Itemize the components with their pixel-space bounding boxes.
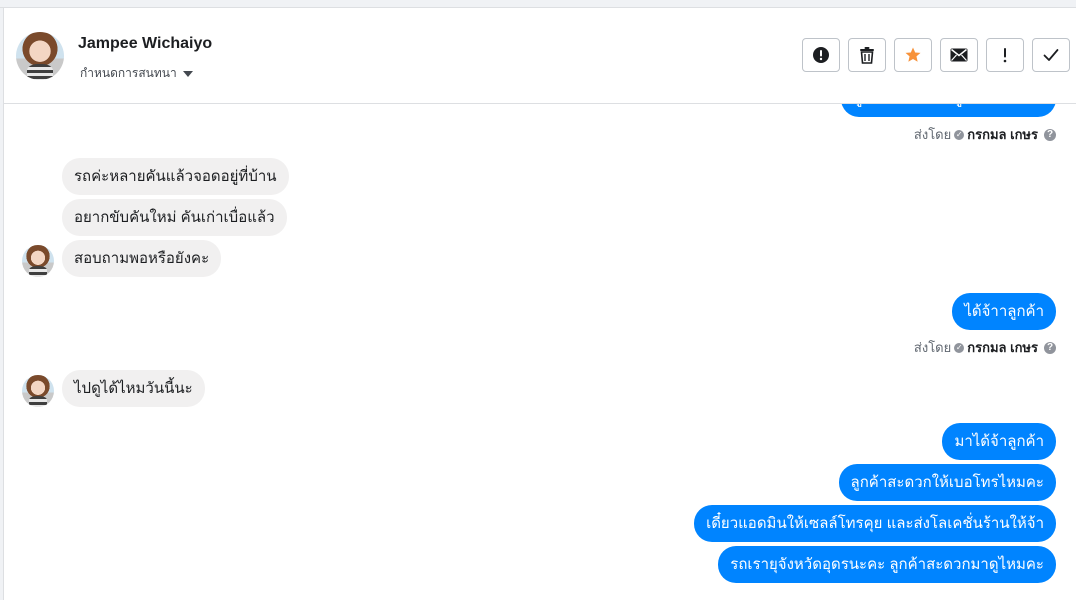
assign-conversation-dropdown[interactable]: กำหนดการสนทนา: [80, 64, 193, 83]
conversation-header: Jampee Wichaiyo กำหนดการสนทนา: [4, 8, 1076, 104]
agent-name[interactable]: กรกมล เกษร: [967, 124, 1038, 145]
outgoing-message[interactable]: ลูกค้าสะดวกมาดูรถวันไหนคะ: [841, 104, 1056, 117]
outgoing-message[interactable]: ลูกค้าสะดวกให้เบอโทรไหมคะ: [838, 464, 1056, 501]
star-icon: [905, 47, 921, 62]
done-button[interactable]: [1032, 38, 1070, 72]
incoming-message[interactable]: รถค่ะหลายคันแล้วจอดอยู่ที่บ้าน: [62, 158, 289, 195]
caret-down-icon[interactable]: [182, 70, 193, 77]
incoming-message[interactable]: สอบถามพอหรือยังคะ: [62, 240, 222, 277]
sent-by-label: ส่งโดย ✓ กรกมล เกษร ?: [914, 124, 1056, 145]
outgoing-message[interactable]: เดี๋ยวแอดมินให้เซลล์โทรคุย และส่งโลเคชั่…: [694, 505, 1056, 542]
alert-circle-icon: [813, 47, 829, 63]
sent-by-prefix: ส่งโดย: [913, 127, 952, 142]
help-icon[interactable]: ?: [1044, 341, 1056, 354]
outgoing-message[interactable]: รถเรายุจังหวัดอุดรนะคะ ลูกค้าสะดวกมาดูไห…: [718, 546, 1056, 583]
important-button[interactable]: [986, 38, 1024, 72]
sent-by-label: ส่งโดย ✓ กรกมล เกษร ?: [914, 337, 1056, 358]
message-thread[interactable]: ลูกค้าสะดวกมาดูรถวันไหนคะ ส่งโดย ✓ กรกมล…: [4, 104, 1076, 600]
outgoing-message[interactable]: ได้จ้าาลูกค้า: [952, 293, 1056, 330]
contact-avatar-small[interactable]: [22, 245, 54, 277]
incoming-message[interactable]: อยากขับคันใหม่ คันเก่าเบื่อแล้ว: [62, 199, 287, 236]
conversation-toolbar: [802, 38, 1070, 72]
sent-by-prefix: ส่งโดย: [913, 340, 952, 355]
star-button[interactable]: [894, 38, 932, 72]
verified-check-icon: ✓: [954, 342, 965, 353]
agent-name[interactable]: กรกมล เกษร: [967, 337, 1038, 358]
verified-check-icon: ✓: [954, 129, 965, 140]
mark-unread-button[interactable]: [940, 38, 978, 72]
outgoing-message[interactable]: มาได้จ้าลูกค้า: [942, 423, 1056, 460]
help-icon[interactable]: ?: [1044, 128, 1056, 141]
top-frame-border: [0, 0, 1076, 8]
trash-icon: [860, 47, 874, 64]
contact-avatar-small[interactable]: [22, 375, 54, 407]
assign-conversation-label: กำหนดการสนทนา: [80, 66, 177, 80]
spam-button[interactable]: [802, 38, 840, 72]
checkmark-icon: [1043, 49, 1059, 61]
contact-name[interactable]: Jampee Wichaiyo: [78, 35, 212, 53]
envelope-icon: [950, 48, 968, 62]
incoming-message[interactable]: ไปดูได้ไหมวันนี้นะ: [62, 370, 205, 407]
exclamation-icon: [1003, 48, 1007, 63]
delete-button[interactable]: [848, 38, 886, 72]
contact-avatar[interactable]: [16, 32, 64, 80]
